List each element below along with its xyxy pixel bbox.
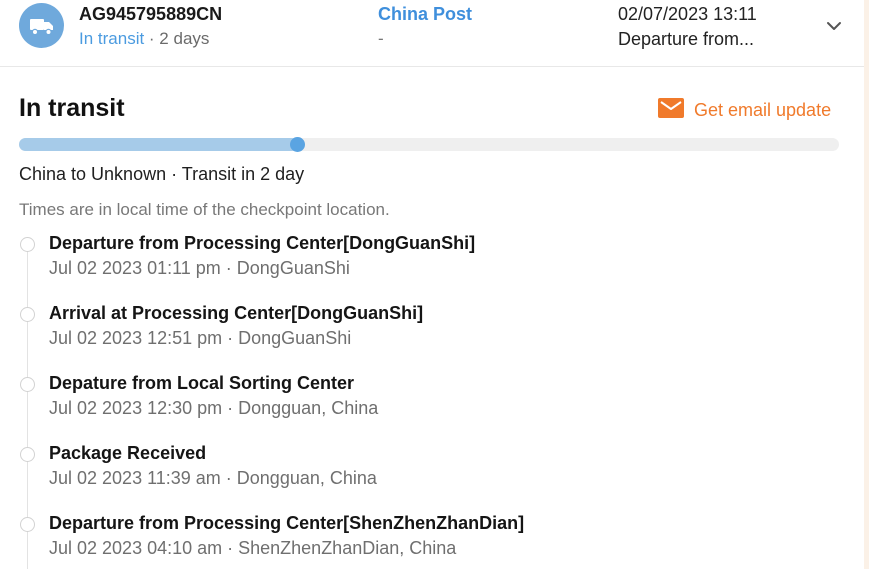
timeline-dot bbox=[20, 307, 35, 322]
chevron-down-icon[interactable] bbox=[822, 16, 846, 36]
get-email-update-button[interactable]: Get email update bbox=[658, 97, 831, 123]
event-time-location: Jul 02 2023 12:51 pm · DongGuanShi bbox=[49, 328, 352, 348]
latest-event-time: 02/07/2023 13:11 bbox=[618, 4, 757, 24]
event-title: Departure from Processing Center[DongGua… bbox=[49, 233, 476, 253]
event-time-location: Jul 02 2023 01:11 pm · DongGuanShi bbox=[49, 258, 350, 278]
event-time-location: Jul 02 2023 04:10 am · ShenZhenZhanDian,… bbox=[49, 538, 457, 558]
timeline-event: Departure from Processing Center[ShenZhe… bbox=[19, 510, 839, 569]
timeline-event: Depature from Local Sorting Center Jul 0… bbox=[19, 370, 839, 430]
carrier-name[interactable]: China Post bbox=[378, 4, 472, 25]
timezone-note: Times are in local time of the checkpoin… bbox=[19, 200, 390, 219]
carrier-subtext: - bbox=[378, 29, 384, 48]
timeline-dot bbox=[20, 377, 35, 392]
route-summary: China to Unknown · Transit in 2 day bbox=[19, 164, 305, 184]
tracking-number: AG945795889CN bbox=[79, 4, 223, 24]
event-time-location: Jul 02 2023 11:39 am · Dongguan, China bbox=[49, 468, 377, 488]
status-text: In transit bbox=[79, 29, 145, 48]
progress-fill bbox=[19, 138, 298, 151]
progress-indicator bbox=[289, 137, 305, 152]
transit-progress-bar bbox=[19, 137, 839, 152]
truck-icon bbox=[19, 3, 64, 48]
shipment-status: In transit · 2 days bbox=[79, 29, 209, 49]
event-title: Package Received bbox=[49, 443, 207, 463]
timeline-dot bbox=[20, 447, 35, 462]
timeline-event: Arrival at Processing Center[DongGuanShi… bbox=[19, 300, 839, 360]
timeline-dot bbox=[20, 517, 35, 532]
get-email-update-label: Get email update bbox=[694, 99, 832, 120]
event-time-location: Jul 02 2023 12:30 pm · Dongguan, China bbox=[49, 398, 379, 418]
timeline-event: Departure from Processing Center[DongGua… bbox=[19, 230, 839, 290]
shipment-summary-row[interactable]: AG945795889CN In transit · 2 days China … bbox=[0, 0, 864, 67]
latest-event-summary: Departure from... bbox=[618, 29, 755, 49]
event-title: Departure from Processing Center[ShenZhe… bbox=[49, 513, 525, 533]
mail-icon bbox=[658, 97, 684, 123]
event-title: Depature from Local Sorting Center bbox=[49, 373, 355, 393]
event-title: Arrival at Processing Center[DongGuanShi… bbox=[49, 303, 424, 323]
status-duration: · 2 days bbox=[144, 29, 210, 48]
page-edge-strip bbox=[864, 0, 869, 569]
timeline-dot bbox=[20, 237, 35, 252]
timeline-event: Package Received Jul 02 2023 11:39 am · … bbox=[19, 440, 839, 500]
section-title: In transit bbox=[19, 94, 125, 122]
